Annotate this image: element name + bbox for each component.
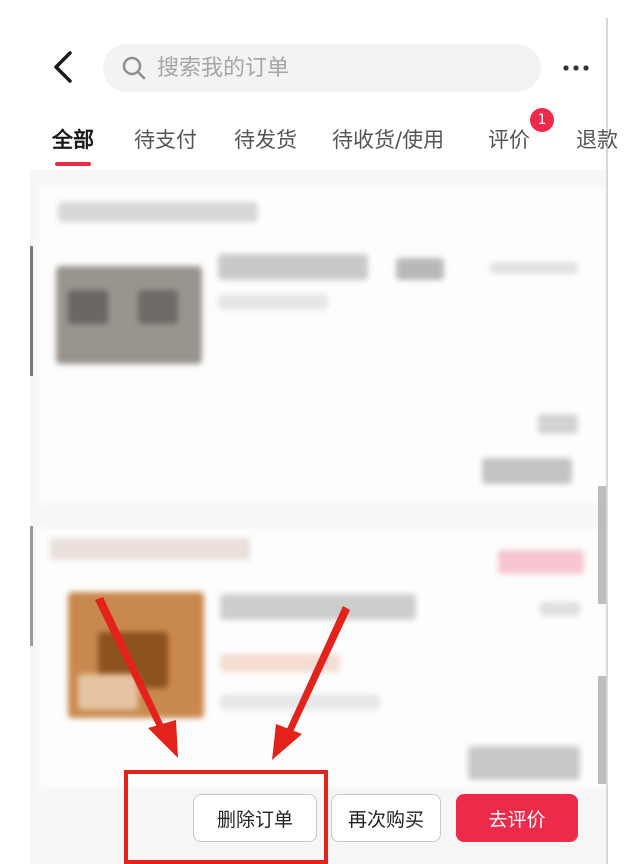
paid-amount-placeholder (468, 746, 580, 780)
product-title-placeholder (396, 258, 444, 280)
chevron-left-icon[interactable] (50, 50, 76, 84)
product-image-detail (78, 674, 138, 710)
review-count-badge: 1 (530, 108, 554, 132)
tab-refund[interactable]: 退款 (576, 124, 618, 154)
search-bar[interactable] (103, 44, 541, 92)
price-placeholder (490, 262, 578, 274)
active-tab-indicator (55, 162, 91, 166)
tab-pending-shipment[interactable]: 待发货 (234, 124, 297, 154)
scroll-shadow (30, 246, 33, 376)
search-icon (121, 55, 147, 81)
order-card[interactable] (38, 186, 606, 504)
tab-review[interactable]: 评价 (488, 124, 530, 154)
order-status-placeholder (498, 550, 584, 574)
write-review-button[interactable]: 去评价 (456, 794, 578, 842)
product-title-placeholder (218, 254, 368, 280)
tab-all[interactable]: 全部 (52, 124, 94, 154)
order-status-tabs: 全部 待支付 待发货 待收货/使用 评价 退款 (0, 124, 618, 172)
price-placeholder (540, 602, 580, 616)
scroll-shadow (30, 526, 33, 646)
tab-pending-payment[interactable]: 待支付 (134, 124, 197, 154)
product-title-placeholder (220, 594, 416, 620)
product-image-detail (138, 290, 178, 324)
store-name-placeholder (58, 202, 258, 222)
product-spec-placeholder (218, 294, 328, 310)
search-input[interactable] (155, 54, 539, 82)
total-placeholder (538, 414, 578, 434)
product-image-detail (68, 290, 108, 324)
order-card[interactable] (38, 528, 606, 788)
annotation-highlight-box (124, 770, 328, 864)
tab-pending-receipt[interactable]: 待收货/使用 (332, 124, 444, 154)
store-name-placeholder (50, 538, 250, 560)
paid-amount-placeholder (482, 458, 572, 484)
more-horizontal-icon[interactable] (560, 58, 592, 78)
buy-again-button[interactable]: 再次购买 (331, 794, 441, 842)
product-spec-placeholder (220, 654, 340, 672)
product-spec-placeholder (220, 694, 380, 710)
